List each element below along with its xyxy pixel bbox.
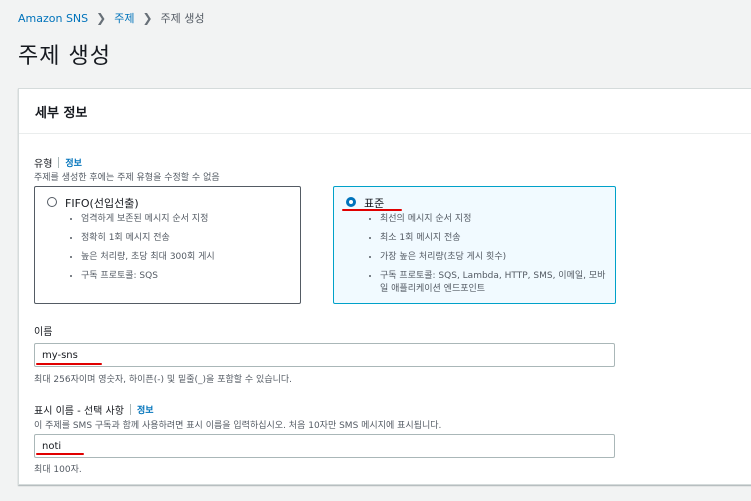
details-panel: 세부 정보 유형 정보 주제를 생성한 후에는 주제 유형을 수정할 수 없음 … <box>18 88 751 485</box>
standard-feature-list: 최선의 메시지 순서 지정 최소 1회 메시지 전송 가장 높은 처리량(초당 … <box>366 213 610 302</box>
list-item: 정확히 1회 메시지 전송 <box>81 232 215 245</box>
type-info-link[interactable]: 정보 <box>65 156 82 169</box>
name-input-value: my-sns <box>42 349 78 361</box>
list-item: 구독 프로토콜: SQS, Lambda, HTTP, SMS, 이메일, 모바… <box>380 270 610 296</box>
divider <box>129 404 131 415</box>
name-input[interactable]: my-sns <box>34 343 615 367</box>
fifo-radio[interactable] <box>47 197 57 207</box>
annotation-underline <box>36 453 84 455</box>
list-item: 높은 처리량, 초당 최대 300회 게시 <box>81 251 215 264</box>
display-name-description: 이 주제를 SMS 구독과 함께 사용하려면 표시 이름을 입력하십시오. 처음… <box>34 421 442 431</box>
list-item: 구독 프로토콜: SQS <box>81 270 215 283</box>
name-label: 이름 <box>34 327 53 338</box>
display-name-hint: 최대 100자. <box>34 465 82 475</box>
list-item: 가장 높은 처리량(초당 게시 횟수) <box>380 251 610 264</box>
display-name-input-value: noti <box>42 440 62 452</box>
breadcrumb-current: 주제 생성 <box>160 12 205 25</box>
display-name-input[interactable]: noti <box>34 434 615 458</box>
panel-header: 세부 정보 <box>19 89 751 134</box>
list-item: 최선의 메시지 순서 지정 <box>380 213 610 226</box>
name-hint: 최대 256자이며 영숫자, 하이픈(-) 및 밑줄(_)을 포함할 수 있습니… <box>34 375 293 385</box>
type-option-standard[interactable]: 표준 최선의 메시지 순서 지정 최소 1회 메시지 전송 가장 높은 처리량(… <box>333 186 616 304</box>
type-description: 주제를 생성한 후에는 주제 유형을 수정할 수 없음 <box>34 173 220 183</box>
breadcrumb: Amazon SNS ❯ 주제 ❯ 주제 생성 <box>18 10 205 26</box>
name-label-row: 이름 <box>34 323 52 338</box>
standard-radio[interactable] <box>346 197 356 207</box>
page-title: 주제 생성 <box>18 44 111 69</box>
display-name-label-row: 표시 이름 - 선택 사항 정보 <box>34 402 154 417</box>
list-item: 엄격하게 보존된 메시지 순서 지정 <box>81 213 215 226</box>
list-item: 최소 1회 메시지 전송 <box>380 232 610 245</box>
breadcrumb-amazon-sns[interactable]: Amazon SNS <box>18 12 88 25</box>
divider <box>58 157 60 168</box>
display-name-info-link[interactable]: 정보 <box>137 403 154 416</box>
fifo-feature-list: 엄격하게 보존된 메시지 순서 지정 정확히 1회 메시지 전송 높은 처리량,… <box>67 213 215 289</box>
fifo-title: FIFO(선입선출) <box>65 197 139 210</box>
annotation-underline <box>36 363 102 365</box>
type-label-row: 유형 정보 <box>34 155 82 170</box>
panel-title: 세부 정보 <box>35 105 88 121</box>
type-label: 유형 <box>34 159 53 170</box>
chevron-right-icon: ❯ <box>96 11 107 25</box>
annotation-underline <box>342 209 402 211</box>
type-option-fifo[interactable]: FIFO(선입선출) 엄격하게 보존된 메시지 순서 지정 정확히 1회 메시지… <box>34 186 301 304</box>
display-name-label: 표시 이름 - 선택 사항 <box>34 406 124 417</box>
breadcrumb-topics[interactable]: 주제 <box>114 10 134 26</box>
chevron-right-icon: ❯ <box>142 11 153 25</box>
